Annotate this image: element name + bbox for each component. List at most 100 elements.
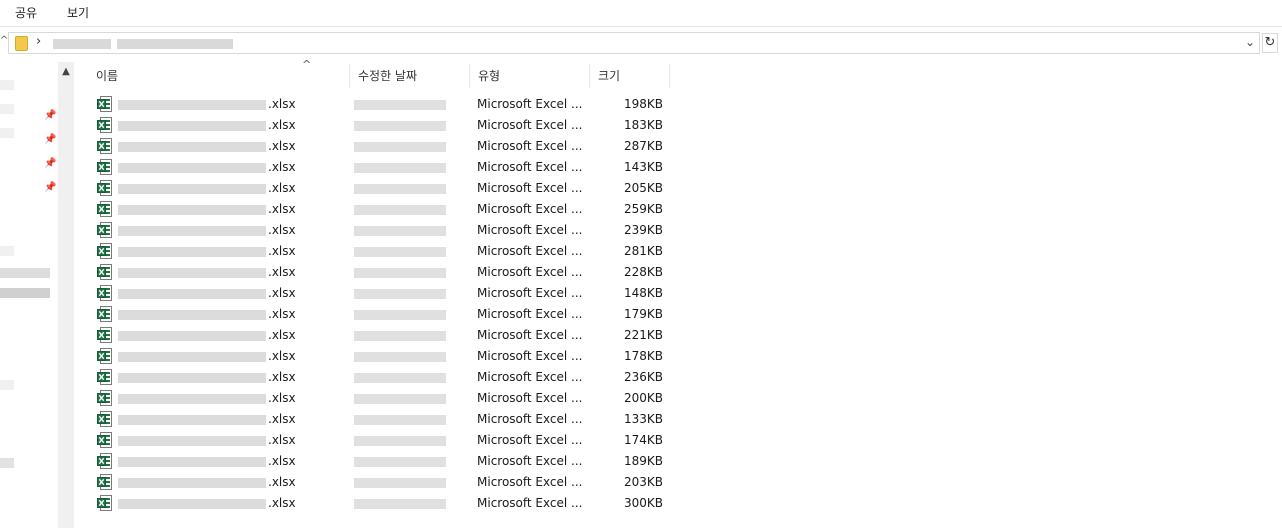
file-size: 300KB	[623, 496, 663, 510]
excel-file-icon	[97, 411, 112, 427]
file-size: 178KB	[623, 349, 663, 363]
modified-date-redacted	[354, 184, 446, 194]
file-size: 287KB	[623, 139, 663, 153]
pin-icon[interactable]: 📌	[44, 110, 56, 121]
modified-date-redacted	[354, 226, 446, 236]
scroll-up-arrow-icon[interactable]: ▲	[58, 62, 74, 82]
file-row[interactable]: .xlsx Microsoft Excel ... 174KB	[88, 430, 688, 451]
file-row[interactable]: .xlsx Microsoft Excel ... 205KB	[88, 178, 688, 199]
file-row[interactable]: .xlsx Microsoft Excel ... 200KB	[88, 388, 688, 409]
file-extension: .xlsx	[268, 160, 296, 174]
file-size: 133KB	[623, 412, 663, 426]
file-extension: .xlsx	[268, 349, 296, 363]
file-size: 203KB	[623, 475, 663, 489]
column-name[interactable]: 이름	[88, 62, 350, 90]
file-name-redacted	[118, 457, 266, 467]
column-type[interactable]: 유형	[470, 62, 590, 90]
tab-share[interactable]: 공유	[15, 4, 37, 21]
file-name-redacted	[118, 268, 266, 278]
breadcrumb-segment-redacted[interactable]	[117, 39, 233, 49]
file-extension: .xlsx	[268, 244, 296, 258]
file-size: 174KB	[623, 433, 663, 447]
file-size: 183KB	[623, 118, 663, 132]
file-row[interactable]: .xlsx Microsoft Excel ... 259KB	[88, 199, 688, 220]
file-row[interactable]: .xlsx Microsoft Excel ... 133KB	[88, 409, 688, 430]
file-size: 189KB	[623, 454, 663, 468]
file-extension: .xlsx	[268, 370, 296, 384]
file-name-redacted	[118, 499, 266, 509]
excel-file-icon	[97, 96, 112, 112]
file-extension: .xlsx	[268, 475, 296, 489]
modified-date-redacted	[354, 205, 446, 215]
file-type: Microsoft Excel ...	[477, 202, 583, 216]
file-name-redacted	[118, 352, 266, 362]
navigation-pane: 📌 📌 📌 📌	[0, 62, 56, 528]
file-row[interactable]: .xlsx Microsoft Excel ... 178KB	[88, 346, 688, 367]
up-arrow-icon[interactable]: ^	[0, 35, 8, 49]
file-row[interactable]: .xlsx Microsoft Excel ... 148KB	[88, 283, 688, 304]
modified-date-redacted	[354, 373, 446, 383]
file-row[interactable]: .xlsx Microsoft Excel ... 203KB	[88, 472, 688, 493]
pin-icon[interactable]: 📌	[44, 158, 56, 169]
excel-file-icon	[97, 138, 112, 154]
address-bar[interactable]: › ⌄	[8, 32, 1260, 54]
pin-icon[interactable]: 📌	[44, 182, 56, 193]
file-row[interactable]: .xlsx Microsoft Excel ... 179KB	[88, 304, 688, 325]
file-row[interactable]: .xlsx Microsoft Excel ... 228KB	[88, 262, 688, 283]
file-type: Microsoft Excel ...	[477, 160, 583, 174]
file-row[interactable]: .xlsx Microsoft Excel ... 300KB	[88, 493, 688, 514]
column-modified[interactable]: 수정한 날짜	[350, 62, 470, 90]
modified-date-redacted	[354, 268, 446, 278]
file-name-redacted	[118, 142, 266, 152]
breadcrumb-segment-redacted[interactable]	[53, 39, 111, 49]
modified-date-redacted	[354, 478, 446, 488]
file-row[interactable]: .xlsx Microsoft Excel ... 281KB	[88, 241, 688, 262]
file-type: Microsoft Excel ...	[477, 307, 583, 321]
file-type: Microsoft Excel ...	[477, 433, 583, 447]
file-row[interactable]: .xlsx Microsoft Excel ... 143KB	[88, 157, 688, 178]
modified-date-redacted	[354, 415, 446, 425]
file-size: 143KB	[623, 160, 663, 174]
file-row[interactable]: .xlsx Microsoft Excel ... 236KB	[88, 367, 688, 388]
file-row[interactable]: .xlsx Microsoft Excel ... 198KB	[88, 94, 688, 115]
file-extension: .xlsx	[268, 391, 296, 405]
column-size[interactable]: 크기	[590, 62, 670, 90]
excel-file-icon	[97, 306, 112, 322]
file-name-redacted	[118, 331, 266, 341]
excel-file-icon	[97, 222, 112, 238]
tab-view[interactable]: 보기	[67, 4, 89, 21]
file-type: Microsoft Excel ...	[477, 370, 583, 384]
file-name-redacted	[118, 100, 266, 110]
file-type: Microsoft Excel ...	[477, 181, 583, 195]
file-name-redacted	[118, 415, 266, 425]
pin-icon[interactable]: 📌	[44, 134, 56, 145]
breadcrumb-separator: ›	[36, 34, 42, 49]
file-extension: .xlsx	[268, 139, 296, 153]
file-size: 148KB	[623, 286, 663, 300]
file-name-redacted	[118, 184, 266, 194]
file-extension: .xlsx	[268, 433, 296, 447]
modified-date-redacted	[354, 436, 446, 446]
modified-date-redacted	[354, 310, 446, 320]
file-row[interactable]: .xlsx Microsoft Excel ... 221KB	[88, 325, 688, 346]
refresh-icon[interactable]: ↻	[1262, 33, 1278, 53]
address-row: ^ › ⌄ ↻	[0, 30, 1282, 56]
file-type: Microsoft Excel ...	[477, 118, 583, 132]
file-type: Microsoft Excel ...	[477, 286, 583, 300]
file-row[interactable]: .xlsx Microsoft Excel ... 287KB	[88, 136, 688, 157]
file-row[interactable]: .xlsx Microsoft Excel ... 239KB	[88, 220, 688, 241]
file-row[interactable]: .xlsx Microsoft Excel ... 183KB	[88, 115, 688, 136]
nav-scrollbar[interactable]: ▲	[58, 62, 74, 528]
file-size: 228KB	[623, 265, 663, 279]
file-row[interactable]: .xlsx Microsoft Excel ... 189KB	[88, 451, 688, 472]
file-name-redacted	[118, 310, 266, 320]
excel-file-icon	[97, 432, 112, 448]
modified-date-redacted	[354, 457, 446, 467]
chevron-down-icon[interactable]: ⌄	[1245, 35, 1255, 49]
file-size: 236KB	[623, 370, 663, 384]
file-extension: .xlsx	[268, 118, 296, 132]
excel-file-icon	[97, 474, 112, 490]
file-name-redacted	[118, 373, 266, 383]
file-size: 205KB	[623, 181, 663, 195]
modified-date-redacted	[354, 394, 446, 404]
